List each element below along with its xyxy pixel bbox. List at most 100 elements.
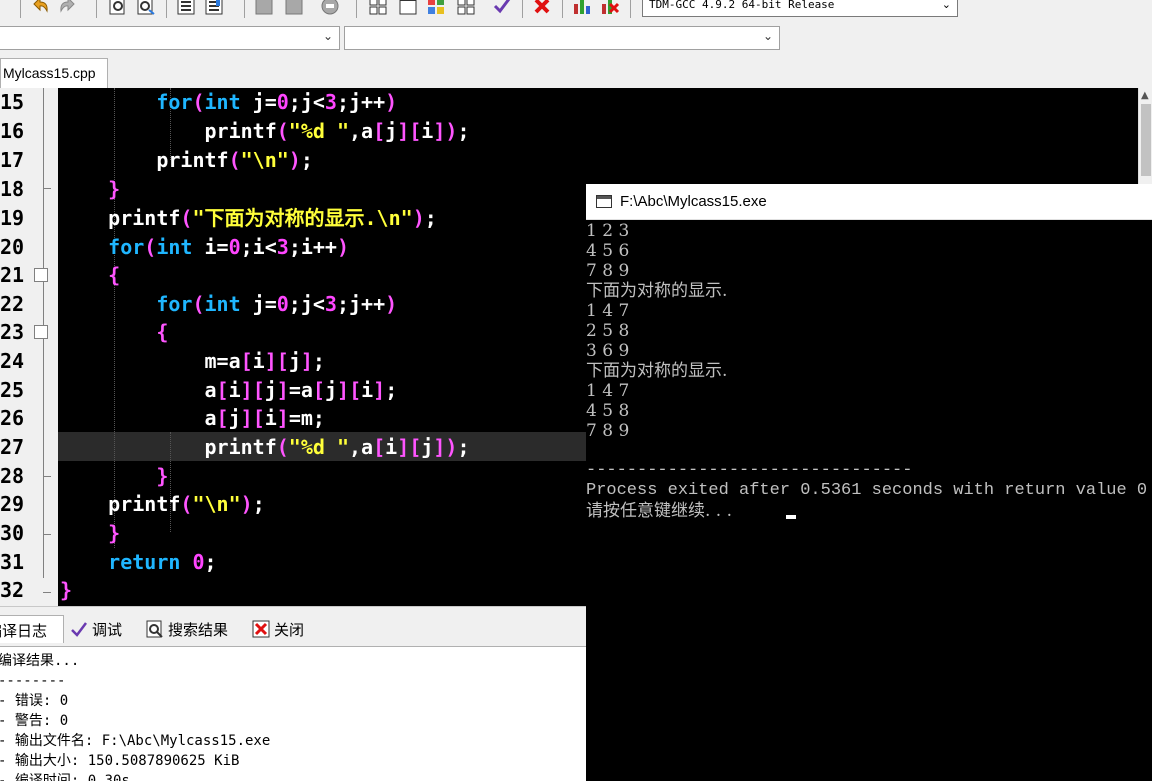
tab-debug[interactable]: 调试	[66, 615, 126, 643]
code-line[interactable]: for(int i=0;i<3;i++)	[60, 233, 349, 262]
line-number: 28	[0, 464, 25, 488]
code-line[interactable]: }	[60, 462, 168, 491]
fold-end-marker	[43, 534, 51, 535]
check-icon[interactable]	[492, 0, 512, 16]
console-window[interactable]: F:\Abc\Mylcass15.exe 1 2 3 4 5 6 7 8 9 下…	[586, 184, 1152, 781]
code-line[interactable]: printf("\n");	[60, 490, 265, 519]
chevron-down-icon[interactable]: ⌄	[942, 0, 951, 11]
log-line: - 编译时间: 0.30s	[0, 773, 130, 781]
console-prompt: 请按任意键继续. . .	[586, 501, 733, 521]
class-select[interactable]: ⌄	[0, 26, 340, 50]
editor-scrollbar[interactable]: ▲	[1138, 88, 1152, 184]
console-exit-line: Process exited after 0.5361 seconds with…	[586, 481, 1148, 500]
fold-end-marker	[43, 592, 51, 593]
fold-toggle[interactable]	[34, 268, 48, 282]
code-line[interactable]: }	[60, 175, 120, 204]
code-line[interactable]: printf("下面为对称的显示.\n");	[60, 204, 437, 233]
tab-label: 调试	[92, 621, 123, 639]
search-icon	[146, 620, 163, 638]
log-line: - 输出大小: 150.5087890625 KiB	[0, 753, 240, 769]
line-number: 17	[0, 148, 25, 172]
code-line[interactable]: m=a[i][j];	[60, 347, 324, 376]
tab-label: 编译日志	[0, 622, 48, 640]
compiler-select[interactable]: TDM-GCC 4.9.2 64-bit Release ⌄	[642, 0, 958, 17]
console-app-icon	[596, 195, 612, 208]
line-number: 23	[0, 320, 25, 344]
line-number: 30	[0, 521, 25, 545]
fold-end-marker	[43, 476, 51, 477]
tab-search-results[interactable]: 搜索结果	[142, 615, 232, 643]
tab-compile-log[interactable]: 编译日志	[0, 615, 64, 643]
stop-icon[interactable]	[320, 0, 340, 16]
log-line: --------	[0, 673, 66, 689]
line-number: 25	[0, 378, 25, 402]
class-member-bar: ⌄ ⌄	[0, 24, 784, 54]
code-line[interactable]: }	[60, 519, 120, 548]
line-number: 27	[0, 435, 25, 459]
profile-delete-icon[interactable]	[600, 0, 620, 16]
close-icon[interactable]	[532, 0, 552, 16]
window-icon[interactable]	[398, 0, 418, 16]
code-line[interactable]: return 0;	[60, 548, 216, 577]
log-line: - 警告: 0	[0, 713, 69, 729]
scrollbar-thumb[interactable]	[1141, 104, 1151, 176]
console-line: 下面为对称的显示.	[586, 281, 728, 301]
line-number: 20	[0, 235, 25, 259]
replace-icon[interactable]	[136, 0, 156, 16]
chevron-down-icon[interactable]: ⌄	[763, 29, 773, 43]
line-number: 29	[0, 492, 25, 516]
compile-log[interactable]: 编译结果... -------- - 错误: 0 - 警告: 0 - 输出文件名…	[0, 646, 586, 781]
tab-label: 搜索结果	[168, 621, 229, 639]
editor-tab-label: Mylcass15.cpp	[3, 65, 96, 81]
code-line[interactable]: a[i][j]=a[j][i];	[60, 376, 397, 405]
editor-tab-bar: Mylcass15.cpp	[0, 54, 1152, 88]
bookmark-icon[interactable]	[204, 0, 224, 16]
console-separator: --------------------------------	[586, 461, 913, 480]
run-icon[interactable]	[284, 0, 304, 16]
member-select[interactable]: ⌄	[344, 26, 780, 50]
console-line: 3 6 9	[586, 341, 630, 361]
console-caret	[786, 515, 796, 519]
fold-toggle[interactable]	[34, 325, 48, 339]
bottom-panel-tabs: 编译日志 调试 搜索结果 关闭	[0, 606, 586, 644]
check-icon	[71, 622, 87, 637]
line-number: 16	[0, 119, 25, 143]
redo-icon[interactable]	[58, 0, 78, 16]
chart-icon[interactable]	[572, 0, 592, 16]
console-title-bar[interactable]: F:\Abc\Mylcass15.exe	[586, 184, 1152, 220]
code-line[interactable]: {	[60, 261, 120, 290]
code-line[interactable]: printf("%d ",a[i][j]);	[60, 433, 469, 462]
compile-icon[interactable]	[254, 0, 274, 16]
scroll-up-icon[interactable]: ▲	[1141, 90, 1149, 101]
main-toolbar: TDM-GCC 4.9.2 64-bit Release ⌄	[0, 0, 1152, 20]
code-line[interactable]: }	[60, 576, 72, 605]
goto-line-icon[interactable]	[176, 0, 196, 16]
code-line[interactable]: a[j][i]=m;	[60, 404, 324, 433]
class-browser-icon[interactable]	[426, 0, 446, 16]
chevron-down-icon[interactable]: ⌄	[323, 29, 333, 43]
line-number: 26	[0, 406, 25, 430]
editor-tab-file[interactable]: Mylcass15.cpp	[0, 58, 108, 88]
console-line: 1 2 3	[586, 221, 630, 241]
console-line: 1 4 7	[586, 301, 630, 321]
code-line[interactable]: for(int j=0;j<3;j++)	[60, 290, 397, 319]
line-number: 24	[0, 349, 25, 373]
console-line: 1 4 7	[586, 381, 630, 401]
close-icon	[252, 620, 270, 638]
line-number: 18	[0, 177, 25, 201]
fold-end-marker	[43, 188, 51, 189]
code-line[interactable]: printf("\n");	[60, 146, 313, 175]
console-line: 4 5 8	[586, 401, 630, 421]
undo-icon[interactable]	[30, 0, 50, 16]
find-icon[interactable]	[108, 0, 128, 16]
code-line[interactable]: printf("%d ",a[j][i]);	[60, 117, 469, 146]
line-number: 15	[0, 90, 25, 114]
console-line: 下面为对称的显示.	[586, 361, 728, 381]
console-title: F:\Abc\Mylcass15.exe	[620, 193, 767, 210]
tile-icon[interactable]	[456, 0, 476, 16]
new-project-icon[interactable]	[368, 0, 388, 16]
console-line: 7 8 9	[586, 421, 630, 441]
code-line[interactable]: for(int j=0;j<3;j++)	[60, 88, 397, 117]
code-line[interactable]: {	[60, 318, 168, 347]
tab-close[interactable]: 关闭	[248, 615, 308, 643]
